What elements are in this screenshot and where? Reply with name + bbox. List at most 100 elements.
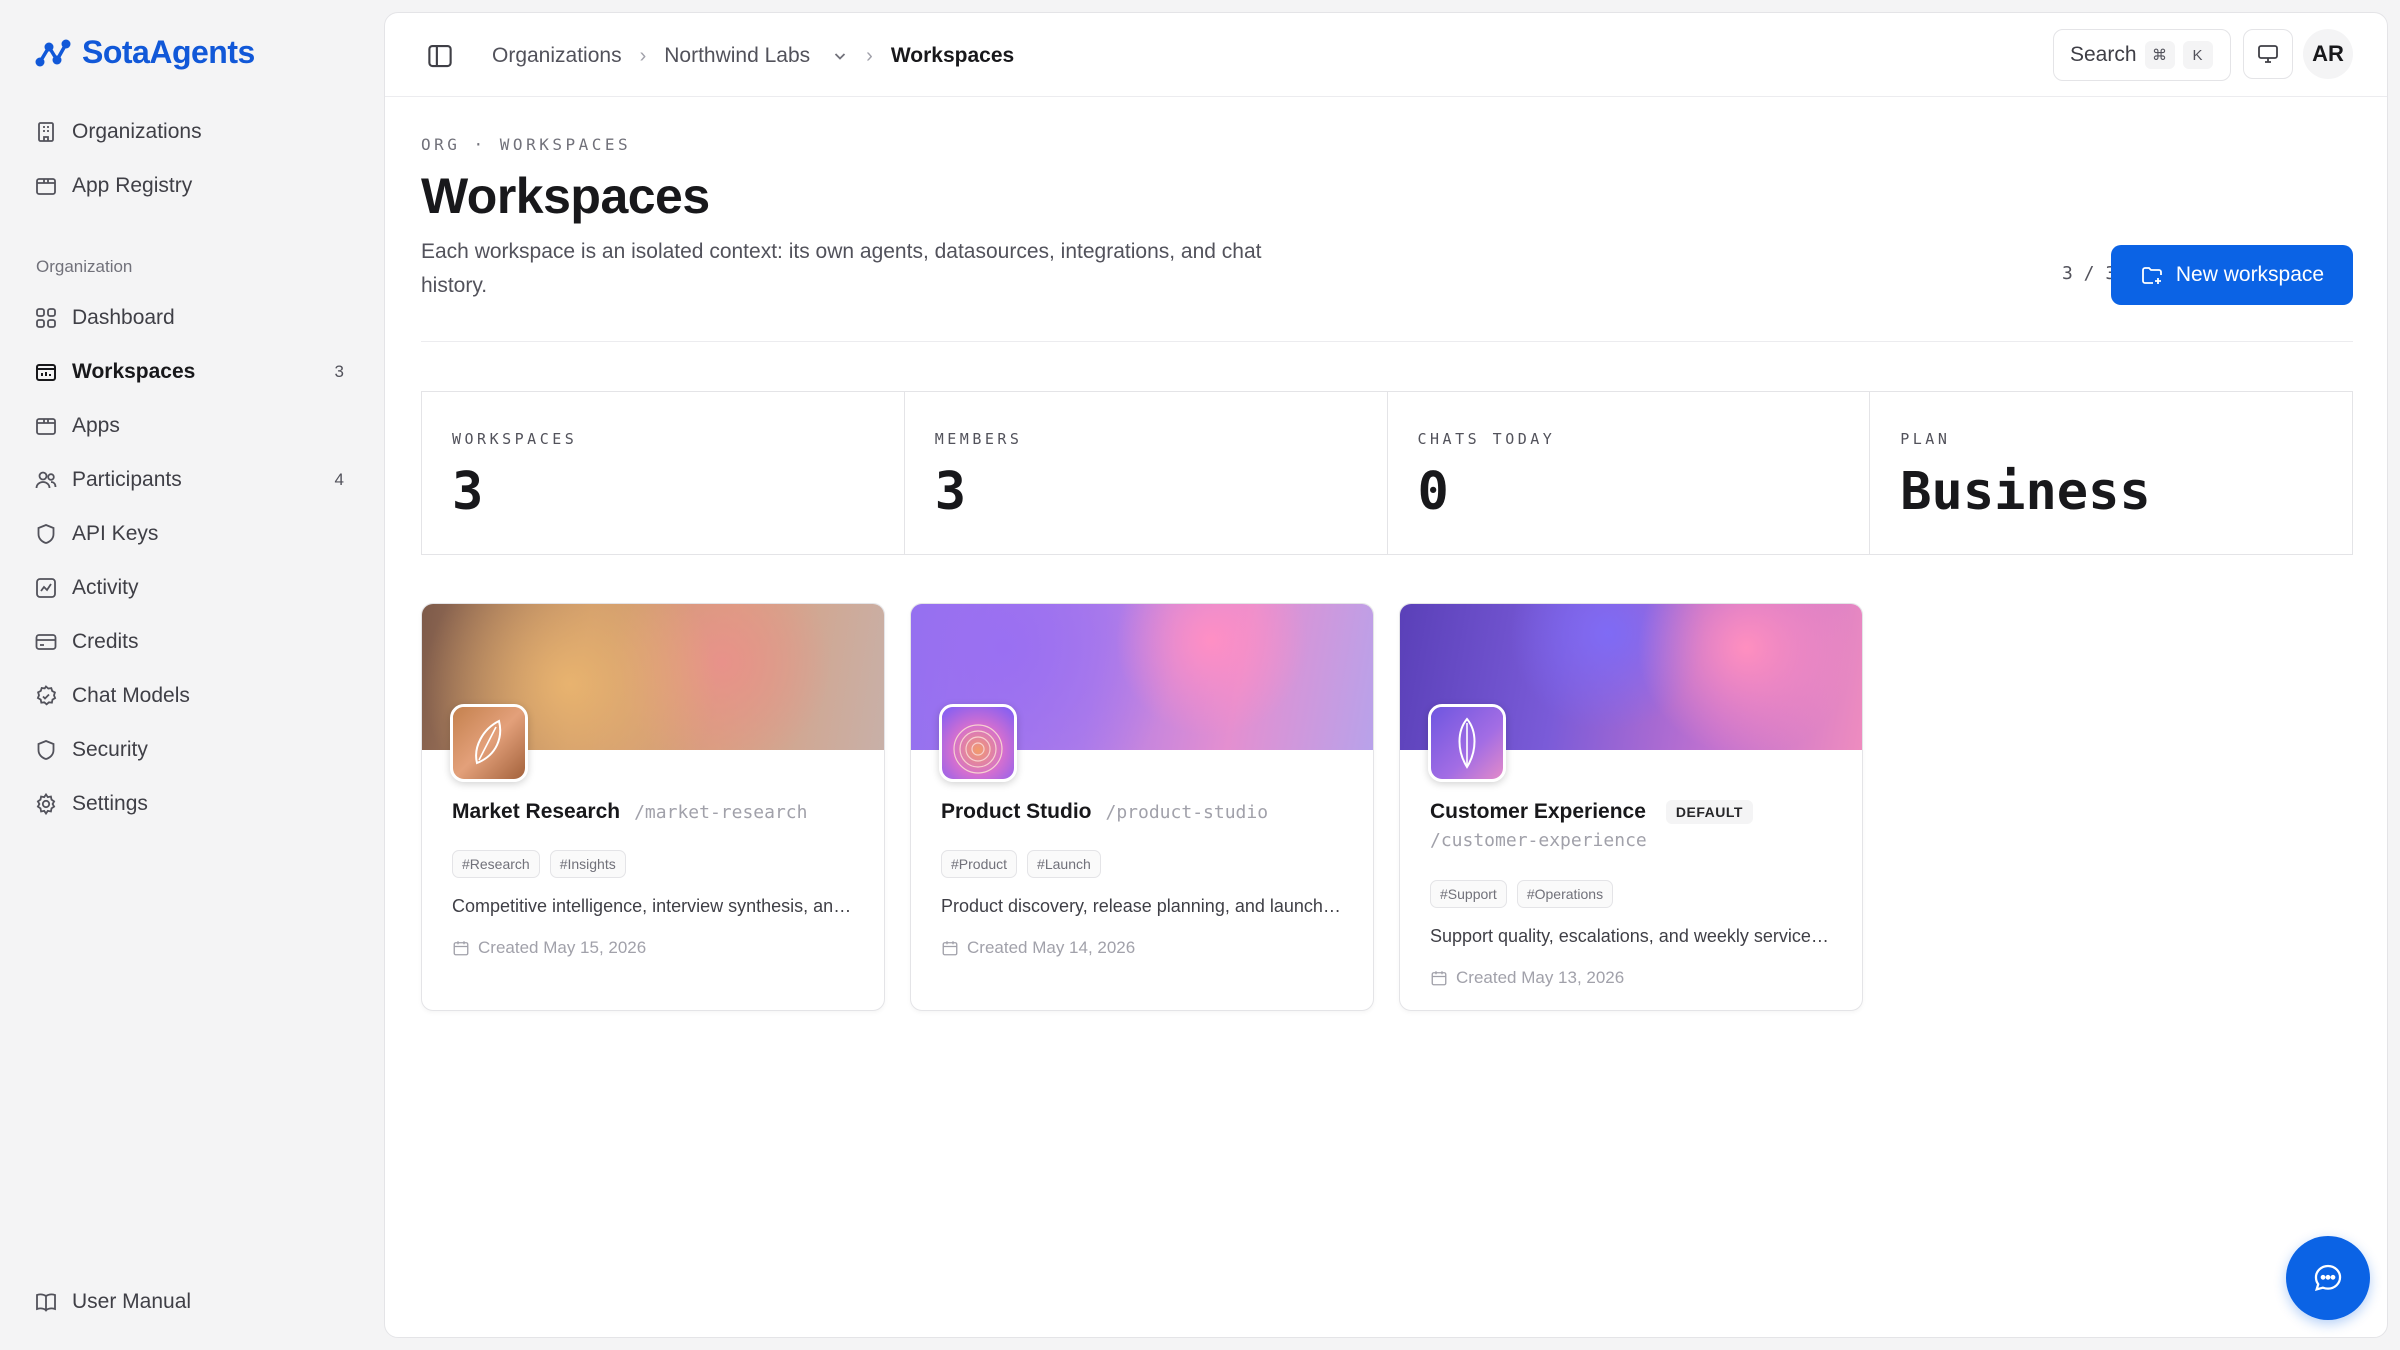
sidebar-item-workspaces[interactable]: Workspaces 3 [34, 350, 344, 394]
workspace-description: Support quality, escalations, and weekly… [1430, 926, 1832, 946]
sidebar-item-api-keys[interactable]: API Keys [34, 512, 344, 556]
tag-chip[interactable]: #Research [452, 850, 540, 878]
sidebar-item-label: User Manual [72, 1290, 192, 1313]
folder-icon [34, 360, 58, 384]
new-workspace-button[interactable]: New workspace [2111, 245, 2353, 305]
breadcrumb-current: Workspaces [890, 44, 1015, 67]
avatar[interactable]: AR [2303, 29, 2353, 79]
stat-label: PLAN [1900, 430, 1951, 448]
calendar-icon [1430, 969, 1448, 987]
leaf-icon [1428, 704, 1506, 782]
workspace-created: Created May 13, 2026 [1430, 968, 1624, 988]
k-key: K [2182, 41, 2213, 69]
sidebar-item-count: 3 [334, 362, 344, 381]
building-icon [34, 120, 58, 144]
sidebar-item-user-manual[interactable]: User Manual [34, 1280, 344, 1324]
folder-plus-icon [2140, 263, 2164, 287]
sidebar-item-credits[interactable]: Credits [34, 620, 344, 664]
sidebar: SotaAgents Organizations App Registry Or… [0, 0, 382, 1350]
sidebar-item-apps[interactable]: Apps [34, 404, 344, 448]
stats-row: WORKSPACES 3 MEMBERS 3 CHATS TODAY 0 PLA… [421, 391, 2353, 555]
page-eyebrow: ORG · WORKSPACES [421, 135, 632, 154]
credit-card-icon [34, 630, 58, 654]
sidebar-item-label: Participants [72, 468, 182, 491]
stat-label: WORKSPACES [452, 430, 578, 448]
created-date: Created May 14, 2026 [967, 938, 1136, 957]
top-bar: Organizations › Northwind Labs › Workspa… [385, 13, 2387, 97]
sidebar-item-chat-models[interactable]: Chat Models [34, 674, 344, 718]
activity-icon [34, 576, 58, 600]
workspace-created: Created May 15, 2026 [452, 938, 646, 958]
sidebar-item-security[interactable]: Security [34, 728, 344, 772]
tag-chip[interactable]: #Insights [549, 850, 626, 878]
display-mode-button[interactable] [2243, 29, 2293, 79]
sidebar-item-settings[interactable]: Settings [34, 782, 344, 826]
workspace-description: Competitive intelligence, interview synt… [452, 896, 854, 916]
stat-value: 3 [452, 462, 484, 522]
grid-icon [34, 306, 58, 330]
users-icon [34, 468, 58, 492]
stat-chats-today: CHATS TODAY 0 [1388, 392, 1871, 554]
sidebar-toggle-icon [425, 41, 455, 71]
created-date: Created May 15, 2026 [478, 938, 647, 957]
sidebar-item-dashboard[interactable]: Dashboard [34, 296, 344, 340]
tag-chip[interactable]: #Product [941, 850, 1018, 878]
sidebar-item-label: Workspaces [72, 360, 196, 383]
sidebar-item-label: Credits [72, 630, 139, 653]
breadcrumb: Organizations › Northwind Labs › Workspa… [492, 41, 1014, 71]
workspace-card-customer-experience[interactable]: Customer Experience DEFAULT /customer-ex… [1399, 603, 1863, 1011]
package-icon [34, 174, 58, 198]
brand-logo[interactable]: SotaAgents [34, 34, 255, 71]
book-icon [34, 1290, 58, 1314]
tag-chip[interactable]: #Support [1430, 880, 1507, 908]
sidebar-item-label: Dashboard [72, 306, 175, 329]
workspace-name: Market Research [452, 800, 621, 823]
breadcrumb-org-switcher[interactable]: Northwind Labs [664, 44, 810, 68]
ripple-icon [939, 704, 1017, 782]
search-button[interactable]: Search ⌘ K [2053, 29, 2231, 81]
stat-value: Business [1900, 462, 2151, 522]
page-title: Workspaces [421, 168, 710, 224]
sidebar-item-label: App Registry [72, 174, 193, 197]
new-workspace-label: New workspace [2175, 263, 2325, 286]
calendar-icon [452, 939, 470, 957]
workspace-description: Product discovery, release planning, and… [941, 896, 1343, 916]
search-label: Search [2070, 43, 2137, 66]
sidebar-item-label: Activity [72, 576, 139, 599]
workspace-card-product-studio[interactable]: Product Studio /product-studio #Product … [910, 603, 1374, 1011]
sidebar-item-organizations[interactable]: Organizations [34, 110, 344, 154]
shield-icon [34, 738, 58, 762]
workspace-card-market-research[interactable]: Market Research /market-research #Resear… [421, 603, 885, 1011]
workspace-title-row: Market Research /market-research [452, 800, 864, 824]
brand-name: SotaAgents [82, 34, 255, 70]
calendar-icon [941, 939, 959, 957]
chevron-right-icon: › [639, 44, 647, 67]
stat-workspaces: WORKSPACES 3 [422, 392, 905, 554]
sidebar-toggle-button[interactable] [425, 41, 455, 71]
monitor-icon [2256, 42, 2280, 66]
tag-chip[interactable]: #Operations [1516, 880, 1614, 908]
chevron-down-icon[interactable] [832, 48, 848, 64]
sidebar-item-participants[interactable]: Participants 4 [34, 458, 344, 502]
sidebar-item-activity[interactable]: Activity [34, 566, 344, 610]
workspace-name: Product Studio [941, 800, 1092, 823]
divider [421, 341, 2353, 342]
workspace-slug: /product-studio [1105, 801, 1269, 823]
command-key-icon: ⌘ [2144, 41, 2175, 69]
tag-chip[interactable]: #Launch [1027, 850, 1101, 878]
stat-value: 0 [1417, 462, 1449, 522]
sidebar-item-count: 4 [334, 470, 344, 489]
sidebar-item-label: API Keys [72, 522, 159, 545]
sidebar-item-label: Chat Models [72, 684, 190, 707]
workspace-tags: #Research #Insights [452, 850, 626, 878]
chat-support-button[interactable] [2286, 1236, 2370, 1320]
main-panel: Organizations › Northwind Labs › Workspa… [384, 12, 2388, 1338]
stat-members: MEMBERS 3 [905, 392, 1388, 554]
created-date: Created May 13, 2026 [1456, 968, 1625, 987]
package-icon [34, 414, 58, 438]
workspace-tags: #Product #Launch [941, 850, 1101, 878]
sidebar-item-app-registry[interactable]: App Registry [34, 164, 344, 208]
sidebar-item-label: Settings [72, 792, 148, 815]
chevron-right-icon: › [866, 44, 873, 67]
breadcrumb-organizations[interactable]: Organizations [492, 44, 622, 68]
